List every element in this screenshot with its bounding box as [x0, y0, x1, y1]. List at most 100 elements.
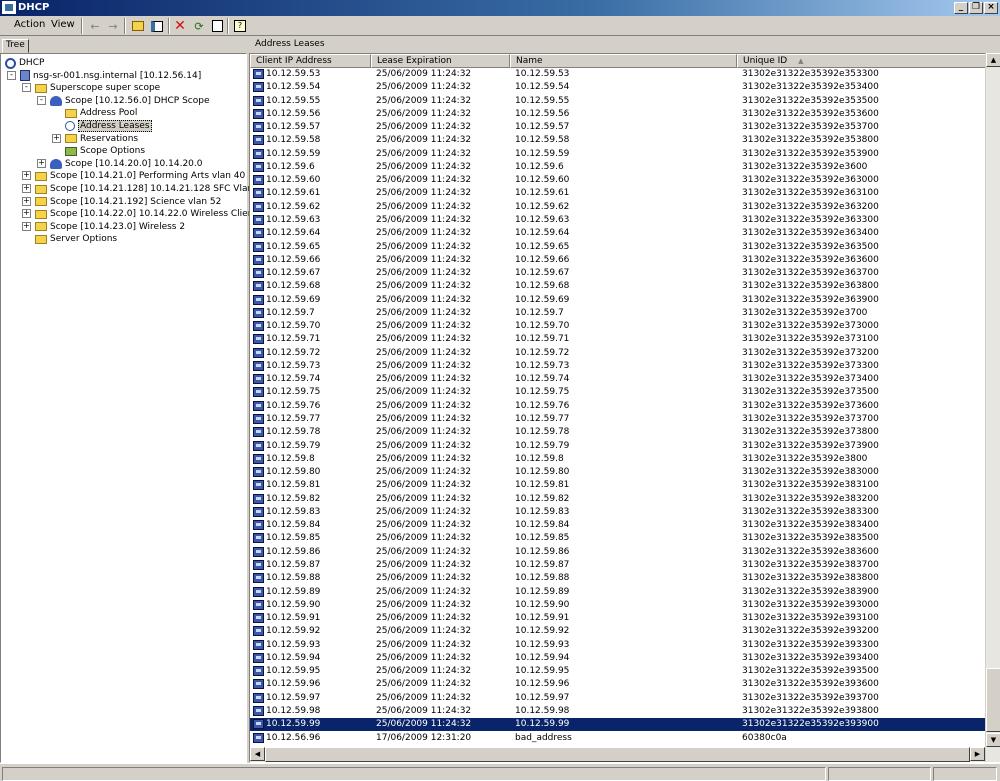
lease-row[interactable]: 10.12.59.56 25/06/2009 11:24:32 10.12.59.5…: [250, 108, 985, 121]
lease-row[interactable]: 10.12.59.57 25/06/2009 11:24:32 10.12.59.5…: [250, 121, 985, 134]
forward-icon[interactable]: →: [105, 18, 121, 34]
menu-view[interactable]: View: [51, 19, 75, 30]
lease-row[interactable]: 10.12.59.91 25/06/2009 11:24:32 10.12.59.9…: [250, 612, 985, 625]
lease-row[interactable]: 10.12.59.66 25/06/2009 11:24:32 10.12.59.6…: [250, 254, 985, 267]
expand-icon[interactable]: +: [52, 133, 61, 143]
lease-row[interactable]: 10.12.59.96 25/06/2009 11:24:32 10.12.59.9…: [250, 678, 985, 691]
tree-view[interactable]: DHCP - nsg-sr-001.nsg.internal [10.12.56.1…: [0, 53, 267, 763]
lease-row[interactable]: 10.12.59.99 25/06/2009 11:24:32 10.12.59.9…: [250, 718, 985, 732]
show-hide-tree-icon[interactable]: [149, 18, 165, 34]
lease-row[interactable]: 10.12.59.81 25/06/2009 11:24:32 10.12.59.8…: [250, 479, 985, 492]
lease-row[interactable]: 10.12.59.93 25/06/2009 11:24:32 10.12.59.9…: [250, 639, 985, 652]
scroll-up-button[interactable]: ▲: [986, 53, 1000, 67]
expand-icon[interactable]: +: [37, 158, 46, 168]
up-folder-icon[interactable]: [130, 18, 146, 34]
vertical-scrollbar[interactable]: ▲ ▼: [985, 53, 1000, 762]
lease-row[interactable]: 10.12.59.95 25/06/2009 11:24:32 10.12.59.9…: [250, 665, 985, 678]
collapse-icon[interactable]: -: [37, 95, 46, 105]
column-header-lease-expiration[interactable]: Lease Expiration: [371, 54, 510, 68]
lease-row[interactable]: 10.12.59.97 25/06/2009 11:24:32 10.12.59.9…: [250, 692, 985, 705]
lease-row[interactable]: 10.12.59.58 25/06/2009 11:24:32 10.12.59.5…: [250, 134, 985, 147]
lease-row[interactable]: 10.12.59.75 25/06/2009 11:24:32 10.12.59.7…: [250, 386, 985, 399]
lease-row[interactable]: 10.12.59.55 25/06/2009 11:24:32 10.12.59.5…: [250, 95, 985, 108]
column-header-unique-id[interactable]: Unique ID ▲: [737, 54, 999, 68]
lease-row[interactable]: 10.12.59.70 25/06/2009 11:24:32 10.12.59.7…: [250, 320, 985, 333]
leases-list[interactable]: Client IP Address Lease Expiration Name …: [249, 53, 1000, 763]
scroll-thumb[interactable]: [986, 668, 1000, 732]
tree-node[interactable]: Scope Options: [65, 145, 145, 157]
lease-row[interactable]: 10.12.59.71 25/06/2009 11:24:32 10.12.59.7…: [250, 333, 985, 346]
restore-button[interactable]: ❐: [969, 2, 983, 14]
lease-row[interactable]: 10.12.59.86 25/06/2009 11:24:32 10.12.59.8…: [250, 546, 985, 559]
tree-node[interactable]: Reservations: [65, 133, 138, 145]
tree-node[interactable]: Scope [10.14.21.128] 10.14.21.128 SFC Vl…: [35, 183, 267, 195]
lease-row[interactable]: 10.12.59.79 25/06/2009 11:24:32 10.12.59.7…: [250, 440, 985, 453]
tree-node[interactable]: Superscope super scope: [35, 82, 160, 94]
collapse-icon[interactable]: -: [22, 83, 31, 93]
close-button[interactable]: ×: [984, 2, 998, 14]
expand-icon[interactable]: +: [22, 196, 31, 206]
tree-node[interactable]: DHCP: [5, 57, 44, 69]
dhcp-app-icon[interactable]: [2, 1, 16, 14]
lease-row[interactable]: 10.12.59.8 25/06/2009 11:24:32 10.12.59.8 3…: [250, 453, 985, 466]
lease-row[interactable]: 10.12.59.73 25/06/2009 11:24:32 10.12.59.7…: [250, 360, 985, 373]
lease-row[interactable]: 10.12.59.84 25/06/2009 11:24:32 10.12.59.8…: [250, 519, 985, 532]
lease-row[interactable]: 10.12.59.69 25/06/2009 11:24:32 10.12.59.6…: [250, 294, 985, 307]
tree-node[interactable]: Address Pool: [65, 107, 137, 119]
scroll-left-button[interactable]: ◀: [250, 747, 265, 761]
tree-node[interactable]: Scope [10.14.21.0] Performing Arts vlan …: [35, 170, 245, 182]
lease-row[interactable]: 10.12.59.61 25/06/2009 11:24:32 10.12.59.6…: [250, 187, 985, 200]
tree-node[interactable]: nsg-sr-001.nsg.internal [10.12.56.14]: [20, 70, 201, 82]
lease-row[interactable]: 10.12.59.7 25/06/2009 11:24:32 10.12.59.7 3…: [250, 307, 985, 320]
refresh-icon[interactable]: ⟳: [191, 18, 207, 34]
lease-row[interactable]: 10.12.59.90 25/06/2009 11:24:32 10.12.59.9…: [250, 599, 985, 612]
lease-row[interactable]: 10.12.59.92 25/06/2009 11:24:32 10.12.59.9…: [250, 625, 985, 638]
export-list-icon[interactable]: [209, 18, 225, 34]
horizontal-scroll-thumb[interactable]: [265, 747, 970, 762]
lease-row[interactable]: 10.12.59.62 25/06/2009 11:24:32 10.12.59.6…: [250, 201, 985, 214]
lease-row[interactable]: 10.12.59.64 25/06/2009 11:24:32 10.12.59.6…: [250, 227, 985, 240]
scroll-down-button[interactable]: ▼: [986, 733, 1000, 747]
lease-row[interactable]: 10.12.59.67 25/06/2009 11:24:32 10.12.59.6…: [250, 267, 985, 280]
lease-row[interactable]: 10.12.59.72 25/06/2009 11:24:32 10.12.59.7…: [250, 347, 985, 360]
lease-row[interactable]: 10.12.56.96 17/06/2009 12:31:20 bad_addres…: [250, 732, 985, 745]
lease-row[interactable]: 10.12.59.80 25/06/2009 11:24:32 10.12.59.8…: [250, 466, 985, 479]
lease-row[interactable]: 10.12.59.60 25/06/2009 11:24:32 10.12.59.6…: [250, 174, 985, 187]
menu-action[interactable]: Action: [14, 19, 45, 30]
delete-icon[interactable]: ✕: [172, 18, 188, 34]
tree-node[interactable]: Scope [10.14.20.0] 10.14.20.0: [50, 158, 203, 170]
lease-row[interactable]: 10.12.59.74 25/06/2009 11:24:32 10.12.59.7…: [250, 373, 985, 386]
lease-row[interactable]: 10.12.59.59 25/06/2009 11:24:32 10.12.59.5…: [250, 148, 985, 161]
lease-row[interactable]: 10.12.59.83 25/06/2009 11:24:32 10.12.59.8…: [250, 506, 985, 519]
column-header-name[interactable]: Name: [510, 54, 737, 68]
tree-node[interactable]: Scope [10.14.23.0] Wireless 2: [35, 221, 185, 233]
help-icon[interactable]: ?: [232, 18, 248, 34]
lease-row[interactable]: 10.12.59.53 25/06/2009 11:24:32 10.12.59.5…: [250, 68, 985, 81]
horizontal-scrollbar[interactable]: ◀ ▶: [250, 747, 985, 762]
minimize-button[interactable]: _: [954, 2, 968, 14]
lease-row[interactable]: 10.12.59.6 25/06/2009 11:24:32 10.12.59.6 3…: [250, 161, 985, 174]
lease-row[interactable]: 10.12.59.85 25/06/2009 11:24:32 10.12.59.8…: [250, 532, 985, 545]
lease-row[interactable]: 10.12.59.88 25/06/2009 11:24:32 10.12.59.8…: [250, 572, 985, 585]
collapse-icon[interactable]: -: [7, 70, 16, 80]
expand-icon[interactable]: +: [22, 184, 31, 193]
lease-row[interactable]: 10.12.59.54 25/06/2009 11:24:32 10.12.59.5…: [250, 81, 985, 94]
lease-row[interactable]: 10.12.59.98 25/06/2009 11:24:32 10.12.59.9…: [250, 705, 985, 718]
lease-row[interactable]: 10.12.59.76 25/06/2009 11:24:32 10.12.59.7…: [250, 400, 985, 413]
tree-node[interactable]: Scope [10.14.21.192] Science vlan 52: [35, 196, 221, 208]
expand-icon[interactable]: +: [22, 221, 31, 231]
scroll-right-button[interactable]: ▶: [970, 747, 985, 761]
tree-node[interactable]: Scope [10.14.22.0] 10.14.22.0 Wireless C…: [35, 208, 262, 220]
lease-row[interactable]: 10.12.59.89 25/06/2009 11:24:32 10.12.59.8…: [250, 586, 985, 599]
expand-icon[interactable]: +: [22, 209, 31, 219]
expand-icon[interactable]: +: [22, 171, 31, 181]
lease-row[interactable]: 10.12.59.77 25/06/2009 11:24:32 10.12.59.7…: [250, 413, 985, 426]
lease-row[interactable]: 10.12.59.94 25/06/2009 11:24:32 10.12.59.9…: [250, 652, 985, 665]
lease-row[interactable]: 10.12.59.68 25/06/2009 11:24:32 10.12.59.6…: [250, 280, 985, 293]
lease-row[interactable]: 10.12.59.65 25/06/2009 11:24:32 10.12.59.6…: [250, 241, 985, 254]
lease-row[interactable]: 10.12.59.82 25/06/2009 11:24:32 10.12.59.8…: [250, 493, 985, 506]
tree-node[interactable]: Scope [10.12.56.0] DHCP Scope: [50, 95, 210, 107]
lease-row[interactable]: 10.12.59.63 25/06/2009 11:24:32 10.12.59.6…: [250, 214, 985, 227]
tree-tab[interactable]: Tree: [2, 39, 29, 53]
tree-node[interactable]: Server Options: [35, 233, 117, 245]
